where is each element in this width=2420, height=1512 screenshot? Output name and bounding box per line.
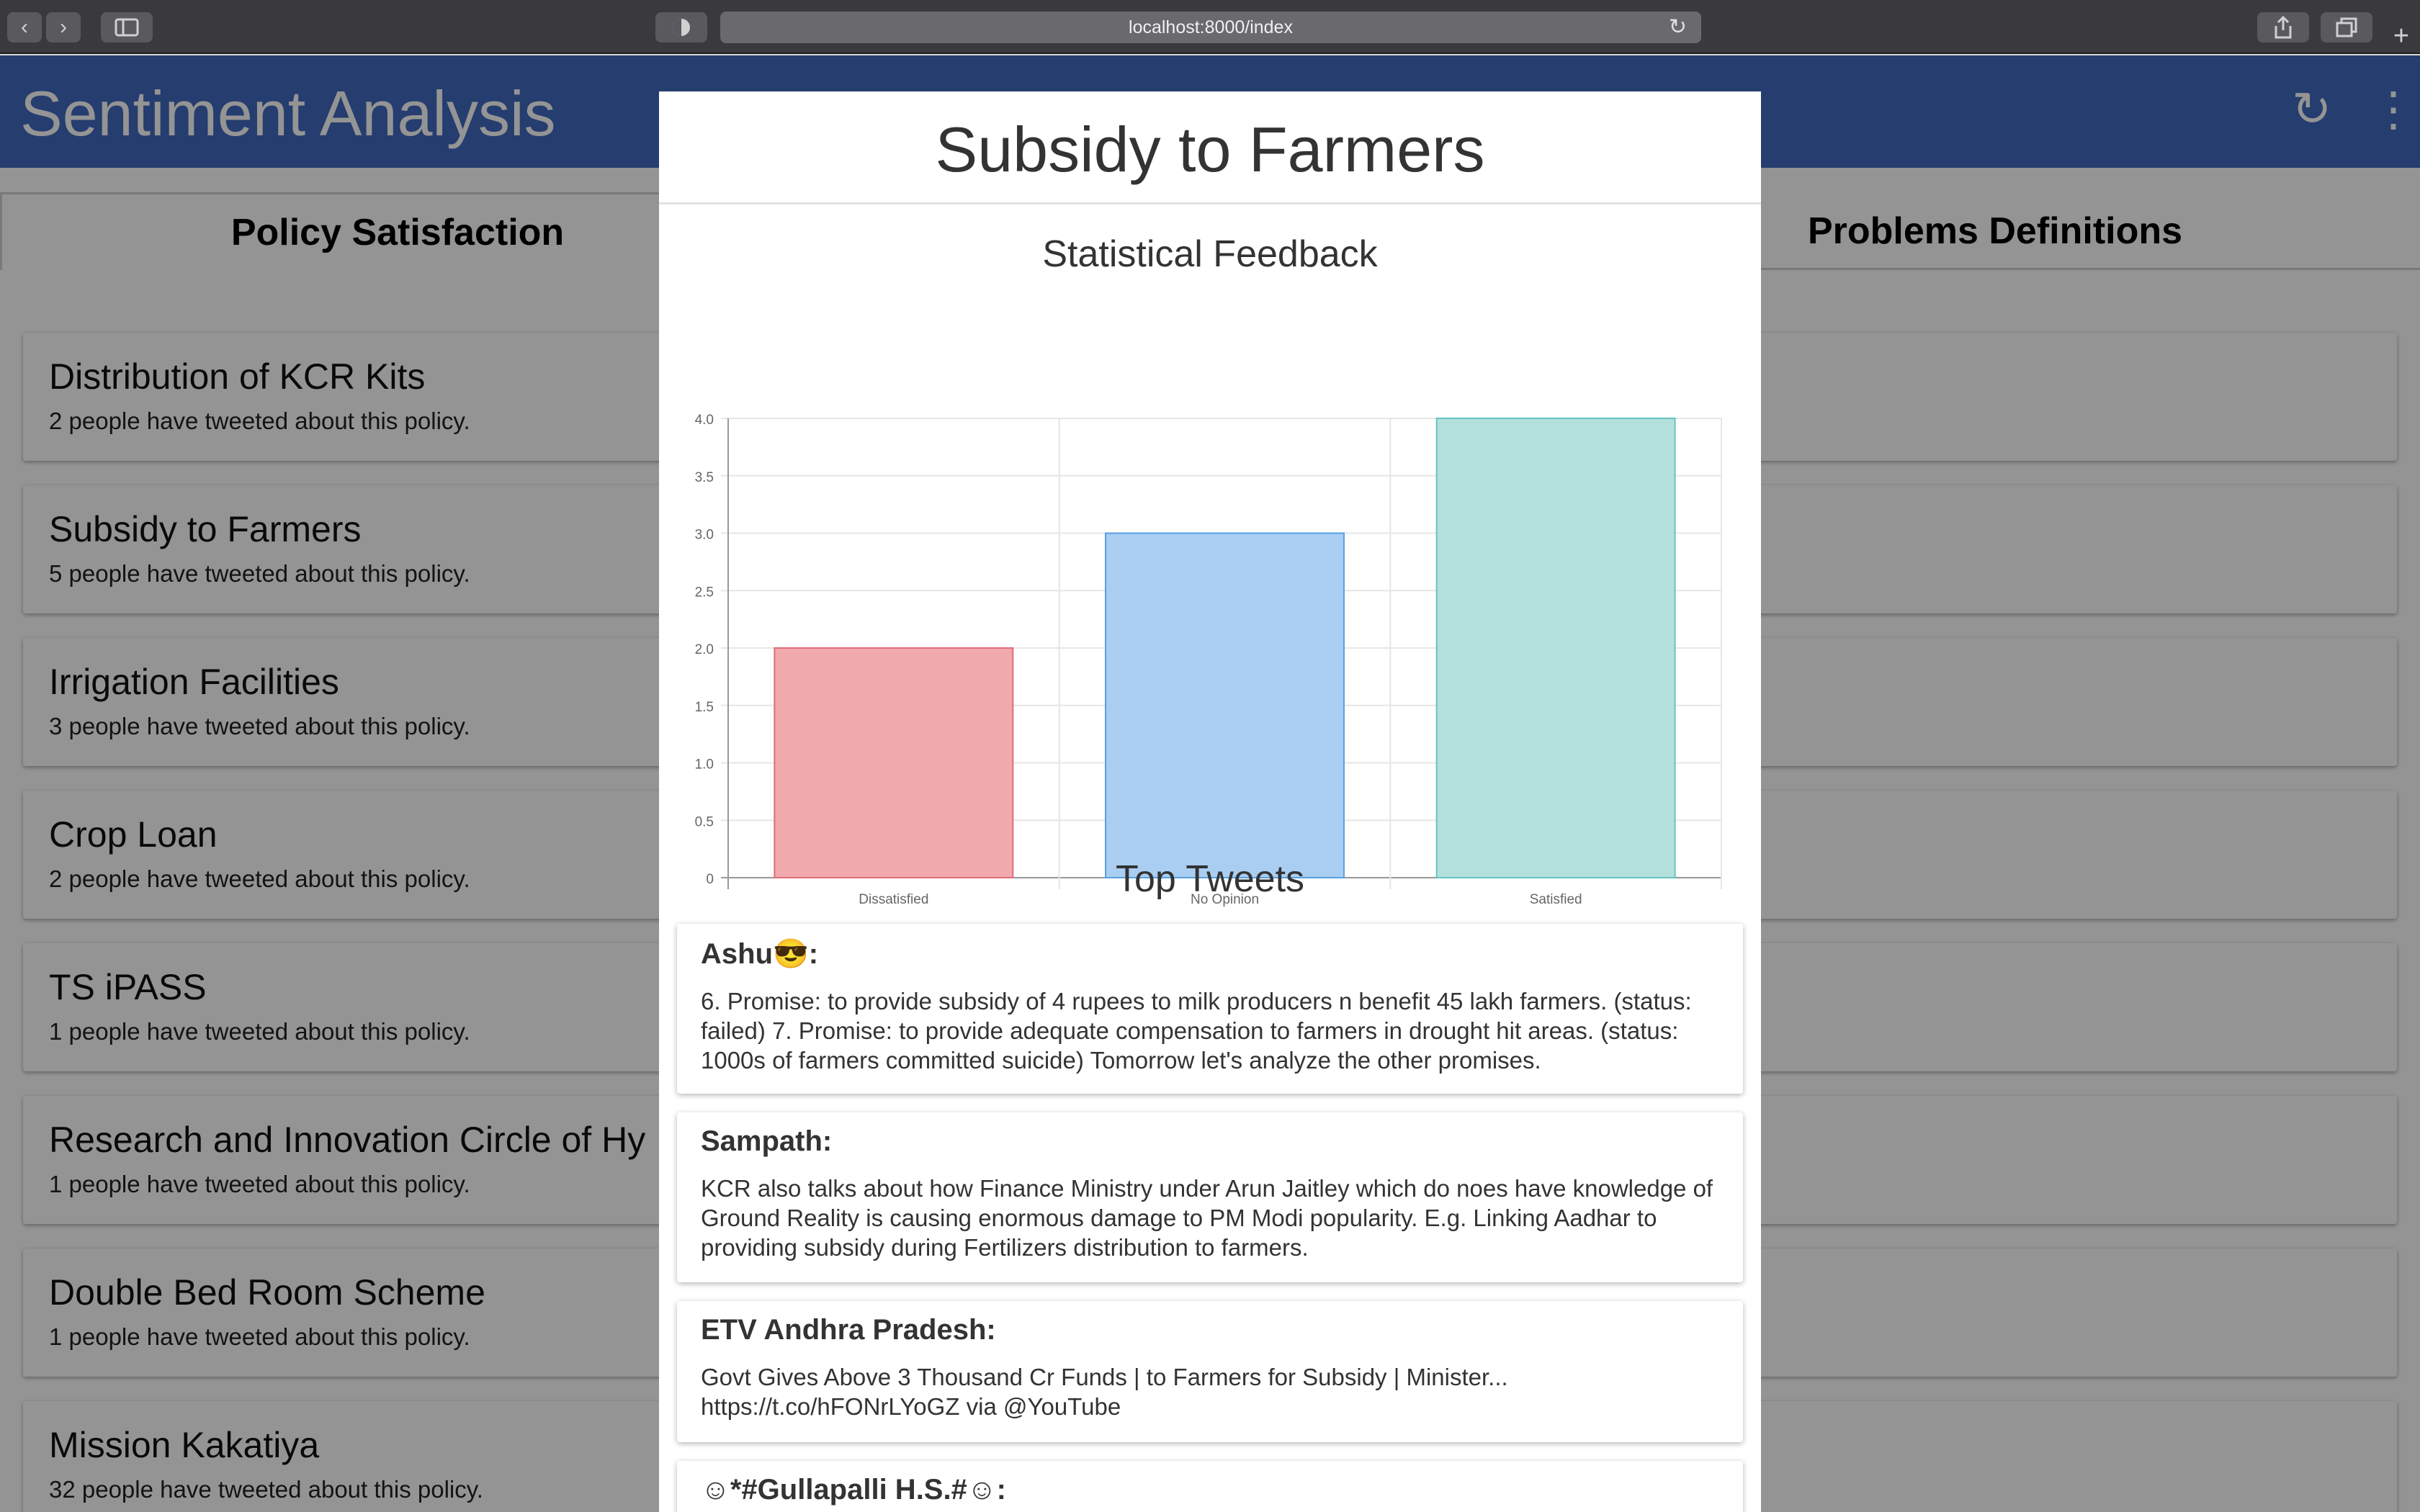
share-icon: [2275, 16, 2292, 39]
shield-icon: [673, 19, 690, 36]
bar: [774, 647, 1014, 878]
tweet-user: ☺*#Gullapalli H.S.#☺:: [701, 1474, 1007, 1506]
divider: [659, 202, 1761, 204]
sidebar-button[interactable]: [101, 12, 153, 42]
tweet-card: Ashu😎: 6. Promise: to provide subsidy of…: [677, 924, 1743, 1094]
forward-button[interactable]: ›: [46, 12, 81, 42]
tweet-text: 6. Promise: to provide subsidy of 4 rupe…: [701, 988, 1692, 1074]
chevron-right-icon: ›: [60, 15, 67, 39]
tweets-heading: Top Tweets: [1115, 858, 1305, 900]
bar: [1105, 532, 1345, 878]
browser-toolbar: ‹ › localhost:8000/index ↻ +: [0, 0, 2420, 54]
url-text: localhost:8000/index: [1129, 17, 1293, 37]
tweet-card: ☺*#Gullapalli H.S.#☺:: [677, 1461, 1743, 1512]
tweet-user: Sampath:: [701, 1125, 833, 1157]
address-bar[interactable]: localhost:8000/index ↻: [720, 12, 1701, 43]
sidebar-icon: [115, 18, 139, 37]
y-tick-label: 3.0: [695, 528, 714, 543]
tabs-icon: [2336, 17, 2357, 37]
policy-modal: Subsidy to Farmers Statistical Feedback …: [659, 91, 1761, 1512]
reload-icon[interactable]: ↻: [1669, 14, 1687, 40]
tweet-user: Ashu😎:: [701, 938, 819, 970]
tweet-user: ETV Andhra Pradesh:: [701, 1314, 996, 1346]
share-button[interactable]: [2257, 12, 2309, 42]
modal-title: Subsidy to Farmers: [935, 114, 1485, 185]
y-tick-label: 1.5: [695, 700, 714, 715]
y-tick-label: 2.5: [695, 585, 714, 600]
y-tick-label: 3.5: [695, 470, 714, 485]
new-tab-button[interactable]: +: [2385, 20, 2417, 52]
y-tick-label: 2.0: [695, 642, 714, 657]
chart-heading: Statistical Feedback: [1042, 233, 1378, 275]
tweet-card: ETV Andhra Pradesh: Govt Gives Above 3 T…: [677, 1301, 1743, 1442]
y-tick-label: 4.0: [695, 413, 714, 428]
y-tick-label: 1.0: [695, 757, 714, 773]
feedback-bar-chart: 00.51.01.52.02.53.03.54.0Dissatisfied No …: [695, 413, 1722, 907]
bar: [1435, 418, 1676, 878]
back-button[interactable]: ‹: [7, 12, 42, 42]
plus-icon: +: [2393, 20, 2410, 51]
chevron-left-icon: ‹: [21, 15, 28, 39]
tweet-text: KCR also talks about how Finance Ministr…: [701, 1175, 1713, 1261]
y-tick-label: 0.5: [695, 814, 714, 829]
tabs-button[interactable]: [2321, 12, 2372, 42]
privacy-button[interactable]: [655, 12, 707, 42]
tweet-text: Govt Gives Above 3 Thousand Cr Funds | t…: [701, 1364, 1508, 1420]
tweet-card: Sampath: KCR also talks about how Financ…: [677, 1112, 1743, 1282]
